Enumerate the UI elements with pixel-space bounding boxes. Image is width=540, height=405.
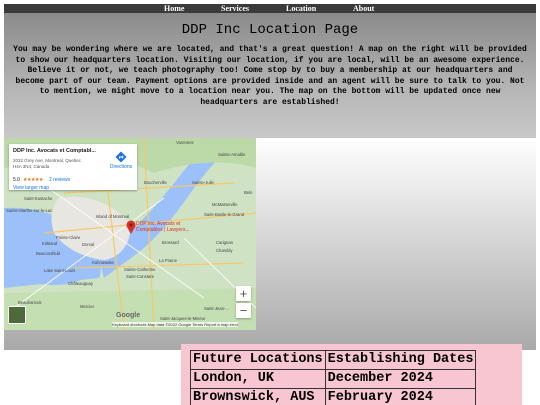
map-label-sainte-julie: Sainte-Julie (192, 180, 214, 185)
map-label-mercier: Mercier (80, 304, 94, 309)
nav-link-location[interactable]: Location (286, 4, 316, 13)
date-cell: February 2024 (324, 388, 477, 405)
location-cell: Brownswick, AUS (190, 388, 326, 405)
place-address-line1: 2032 Grey Ave, Montreal, Quebec (13, 158, 81, 163)
pin-label-line2: Comptables | Lawyers... (136, 226, 190, 233)
map-pin-label[interactable]: DDP Inc. Avocats et Comptables | Lawyers… (136, 221, 190, 233)
map-label-dorval: Dorval (82, 242, 95, 247)
zoom-out-button[interactable]: − (236, 303, 251, 318)
reviews-link[interactable]: 2 reviews (49, 177, 70, 183)
header-section: DDP Inc Location Page You may be wonderi… (4, 13, 536, 138)
table-header-row: Future Locations Establishing Dates (190, 350, 477, 370)
map-label-sainte-marthe: Sainte-Marthe-sur-le-Lac (6, 208, 53, 213)
map-label-kahnawake: Kahnawake (92, 260, 114, 265)
map-label-saint-constant: Saint-Constant (126, 274, 154, 279)
column-header-dates: Establishing Dates (324, 350, 477, 370)
top-nav-bar: Home Services Location About (4, 4, 536, 13)
map-attribution-footer[interactable]: Keyboard shortcuts Map data ©2022 Google… (112, 322, 239, 327)
place-name: DDP Inc. Avocats et Comptabl... (13, 148, 96, 154)
place-info-card: DDP Inc. Avocats et Comptabl... 2032 Gre… (9, 144, 137, 191)
embedded-google-map[interactable]: Varennes Sainte-Amable Boucherville Sain… (4, 138, 256, 330)
zoom-in-button[interactable]: + (236, 286, 251, 301)
view-larger-map-link[interactable]: View larger map (13, 185, 49, 191)
date-cell: December 2024 (324, 369, 477, 389)
directions-button[interactable]: Directions (107, 150, 135, 172)
nav-link-home[interactable]: Home (164, 4, 184, 13)
map-label-varennes: Varennes (176, 140, 194, 145)
column-header-locations: Future Locations (190, 350, 326, 370)
map-label-saint-eustache: Saint-Eustache (24, 196, 53, 201)
map-label-saint-basile: Saint-Basile-le-Grand (204, 212, 245, 217)
map-label-la-prairie: La Prairie (159, 258, 177, 263)
nav-link-about[interactable]: About (353, 4, 374, 13)
page-title: DDP Inc Location Page (181, 22, 359, 38)
intro-paragraph: You may be wondering where we are locate… (13, 45, 527, 107)
content-section: Varennes Sainte-Amable Boucherville Sain… (4, 138, 536, 350)
place-rating: 5.0 (13, 177, 20, 183)
map-label-pointe-claire: Pointe-Claire (56, 235, 81, 240)
map-label-island-of-montreal: Island of Montreal (96, 214, 130, 219)
map-label-sainte-amable: Sainte-Amable (218, 152, 246, 157)
location-cell: London, UK (190, 369, 326, 389)
table-row: London, UK December 2024 (190, 369, 477, 389)
map-label-beaconsfield: Beaconsfield (36, 251, 60, 256)
map-label-saint-jean: Saint-Jean-... (204, 306, 229, 311)
map-label-beauharnois: Beauharnois (18, 300, 42, 305)
directions-icon (115, 151, 127, 163)
directions-label: Directions (109, 164, 133, 170)
google-logo: Google (116, 312, 141, 319)
map-label-chambly: Chambly (216, 248, 233, 253)
map-label-chateauguay: Châteauguay (68, 281, 93, 286)
map-label-lake-saint-louis: Lake Saint-Louis (44, 268, 76, 273)
table-row: Brownswick, AUS February 2024 (190, 388, 477, 405)
map-label-sainte-catherine: Sainte-Catherine (124, 267, 156, 272)
future-locations-panel: Future Locations Establishing Dates Lond… (181, 344, 522, 405)
map-label-mcmasterville: McMasterville (212, 202, 238, 207)
map-label-boucherville: Boucherville (144, 180, 167, 185)
map-layers-button[interactable] (8, 306, 26, 324)
map-label-brossard: Brossard (162, 240, 179, 245)
future-locations-table: Future Locations Establishing Dates Lond… (190, 350, 477, 405)
nav-link-services[interactable]: Services (221, 4, 249, 13)
map-label-kirkland: Kirkland (42, 241, 58, 246)
rating-stars-icon: ★★★★★ (23, 177, 43, 183)
map-label-saint-jacques: Saint-Jacques-le-Mineur (160, 316, 206, 321)
place-address-line2: H4A 3N4, Canada (13, 164, 50, 169)
map-label-belo: Belo (244, 190, 253, 195)
map-label-carignan: Carignan (216, 240, 233, 245)
